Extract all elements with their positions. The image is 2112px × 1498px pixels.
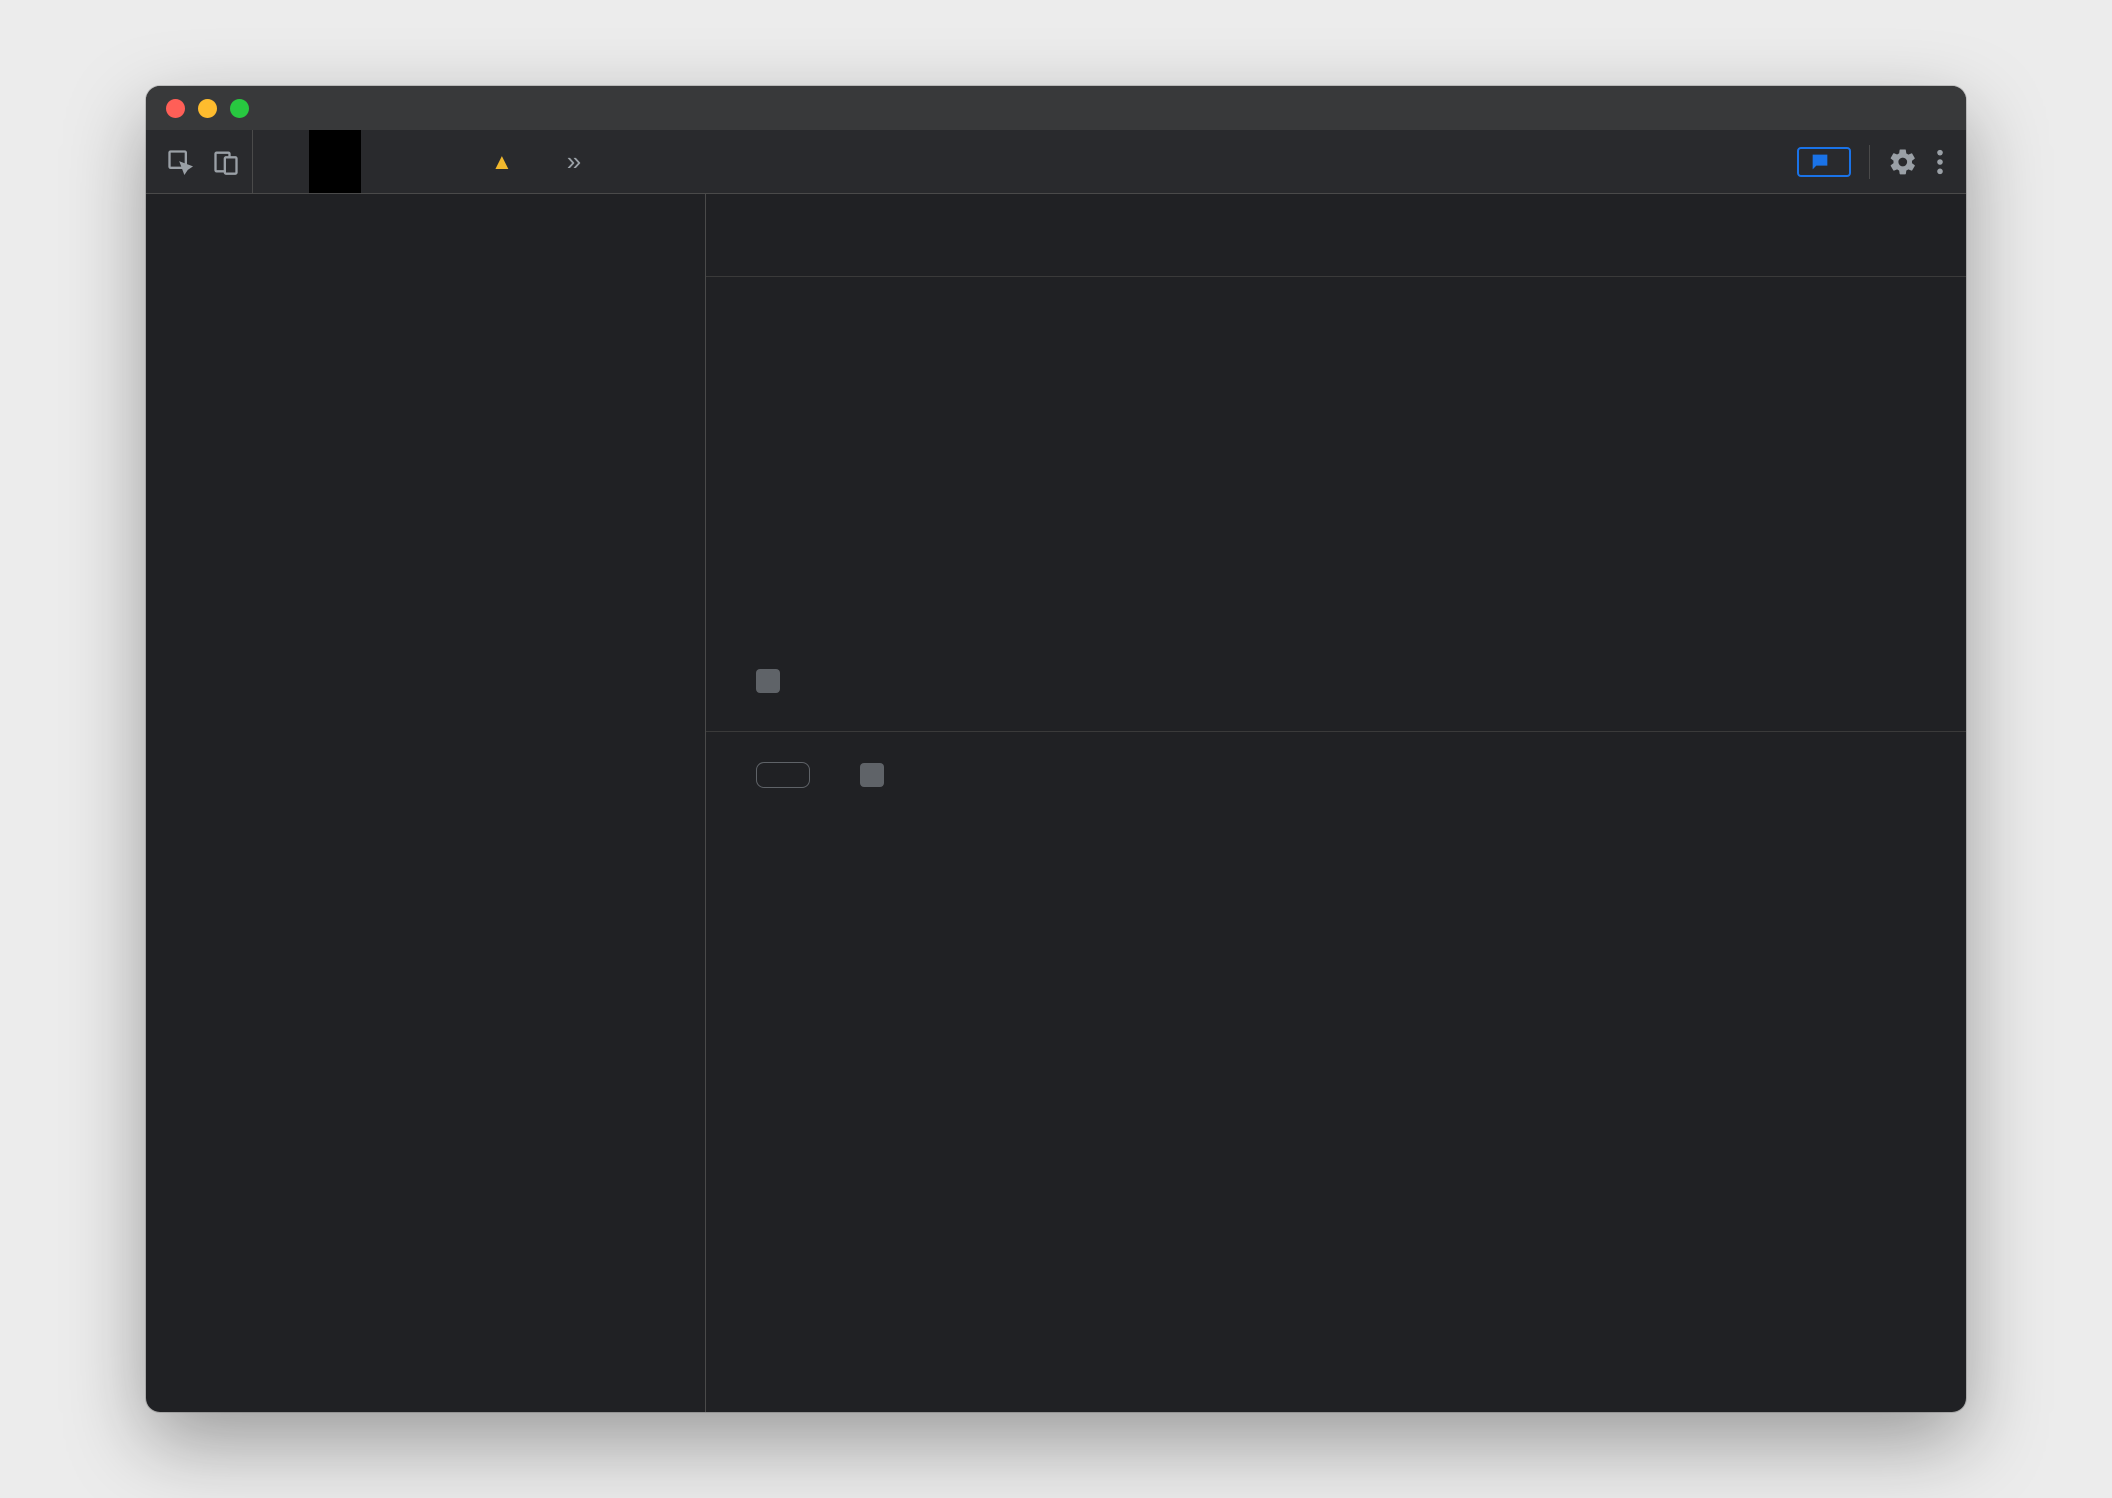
tabs-overflow[interactable]: »: [549, 130, 593, 193]
tab-elements[interactable]: [257, 130, 309, 193]
separator: [1869, 145, 1870, 179]
main-panel: [706, 194, 1966, 1412]
close-window-button[interactable]: [166, 99, 185, 118]
toolbar-left: [146, 130, 253, 193]
simulate-quota-checkbox[interactable]: [756, 669, 780, 693]
body: [146, 194, 1966, 1412]
toolbar: ▲ »: [146, 130, 1966, 194]
third-party-checkbox[interactable]: [860, 763, 884, 787]
usage-donut-chart: [756, 333, 1056, 633]
tab-sources[interactable]: [413, 130, 465, 193]
warning-icon: ▲: [491, 149, 513, 175]
inspect-icon[interactable]: [166, 148, 194, 176]
devtools-window: ▲ »: [146, 86, 1966, 1412]
clear-site-data-button[interactable]: [756, 762, 810, 788]
titlebar: [146, 86, 1966, 130]
toolbar-right: [1797, 130, 1966, 193]
third-party-row: [860, 763, 900, 787]
maximize-window-button[interactable]: [230, 99, 249, 118]
traffic-lights: [146, 99, 249, 118]
donut-total: [756, 333, 1056, 633]
chevron-right-double-icon: »: [567, 146, 575, 177]
issues-icon: [1809, 151, 1831, 173]
minimize-window-button[interactable]: [198, 99, 217, 118]
chart-row: [756, 333, 1966, 633]
tab-network[interactable]: ▲: [465, 130, 549, 193]
settings-icon[interactable]: [1888, 147, 1918, 177]
main-header: [706, 194, 1966, 277]
sidebar: [146, 194, 706, 1412]
panel-tabs: ▲ »: [257, 130, 593, 193]
usage-section: [706, 277, 1966, 731]
tab-console[interactable]: [361, 130, 413, 193]
simulate-quota-row: [756, 663, 1966, 693]
kebab-menu-icon[interactable]: [1936, 148, 1944, 176]
actions-section: [706, 731, 1966, 828]
tab-application[interactable]: [309, 130, 361, 193]
issues-chip[interactable]: [1797, 147, 1851, 177]
device-toggle-icon[interactable]: [212, 148, 240, 176]
